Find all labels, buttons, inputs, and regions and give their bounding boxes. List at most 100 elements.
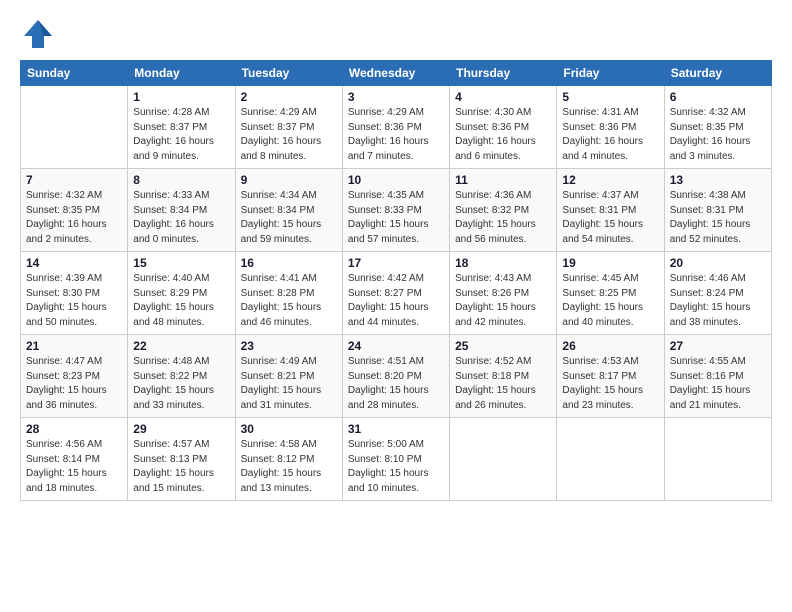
day-number: 23 — [241, 339, 337, 353]
day-info: Sunrise: 4:38 AM Sunset: 8:31 PM Dayligh… — [670, 189, 766, 247]
day-info: Sunrise: 4:55 AM Sunset: 8:16 PM Dayligh… — [670, 355, 766, 413]
day-cell: 25 Sunrise: 4:52 AM Sunset: 8:18 PM Dayli… — [450, 335, 557, 418]
day-number: 26 — [562, 339, 658, 353]
day-info: Sunrise: 4:43 AM Sunset: 8:26 PM Dayligh… — [455, 272, 551, 330]
day-cell: 1 Sunrise: 4:28 AM Sunset: 8:37 PM Daylig… — [128, 86, 235, 169]
day-cell: 26 Sunrise: 4:53 AM Sunset: 8:17 PM Dayli… — [557, 335, 664, 418]
day-number: 10 — [348, 173, 444, 187]
day-cell — [450, 418, 557, 501]
day-cell: 2 Sunrise: 4:29 AM Sunset: 8:37 PM Daylig… — [235, 86, 342, 169]
day-number: 7 — [26, 173, 122, 187]
day-info: Sunrise: 4:28 AM Sunset: 8:37 PM Dayligh… — [133, 106, 229, 164]
day-cell: 16 Sunrise: 4:41 AM Sunset: 8:28 PM Dayli… — [235, 252, 342, 335]
day-info: Sunrise: 4:58 AM Sunset: 8:12 PM Dayligh… — [241, 438, 337, 496]
week-row-3: 14 Sunrise: 4:39 AM Sunset: 8:30 PM Dayli… — [21, 252, 772, 335]
day-info: Sunrise: 4:51 AM Sunset: 8:20 PM Dayligh… — [348, 355, 444, 413]
day-info: Sunrise: 4:34 AM Sunset: 8:34 PM Dayligh… — [241, 189, 337, 247]
day-number: 17 — [348, 256, 444, 270]
day-number: 20 — [670, 256, 766, 270]
page: SundayMondayTuesdayWednesdayThursdayFrid… — [0, 0, 792, 612]
day-cell: 31 Sunrise: 5:00 AM Sunset: 8:10 PM Dayli… — [342, 418, 449, 501]
day-info: Sunrise: 4:45 AM Sunset: 8:25 PM Dayligh… — [562, 272, 658, 330]
day-info: Sunrise: 4:41 AM Sunset: 8:28 PM Dayligh… — [241, 272, 337, 330]
day-cell — [664, 418, 771, 501]
calendar-table: SundayMondayTuesdayWednesdayThursdayFrid… — [20, 60, 772, 501]
day-info: Sunrise: 4:33 AM Sunset: 8:34 PM Dayligh… — [133, 189, 229, 247]
week-row-1: 1 Sunrise: 4:28 AM Sunset: 8:37 PM Daylig… — [21, 86, 772, 169]
day-cell: 17Sunrise: 4:42 AM Sunset: 8:27 PM Dayli… — [342, 252, 449, 335]
day-info: Sunrise: 4:49 AM Sunset: 8:21 PM Dayligh… — [241, 355, 337, 413]
day-cell: 18 Sunrise: 4:43 AM Sunset: 8:26 PM Dayli… — [450, 252, 557, 335]
col-header-saturday: Saturday — [664, 61, 771, 86]
day-number: 11 — [455, 173, 551, 187]
day-number: 19 — [562, 256, 658, 270]
day-cell: 4 Sunrise: 4:30 AM Sunset: 8:36 PM Daylig… — [450, 86, 557, 169]
day-cell: 27 Sunrise: 4:55 AM Sunset: 8:16 PM Dayli… — [664, 335, 771, 418]
day-number: 29 — [133, 422, 229, 436]
day-cell: 8 Sunrise: 4:33 AM Sunset: 8:34 PM Daylig… — [128, 169, 235, 252]
day-number: 25 — [455, 339, 551, 353]
week-row-4: 21Sunrise: 4:47 AM Sunset: 8:23 PM Dayli… — [21, 335, 772, 418]
day-cell: 7Sunrise: 4:32 AM Sunset: 8:35 PM Daylig… — [21, 169, 128, 252]
day-cell — [21, 86, 128, 169]
day-info: Sunrise: 4:53 AM Sunset: 8:17 PM Dayligh… — [562, 355, 658, 413]
day-cell: 21Sunrise: 4:47 AM Sunset: 8:23 PM Dayli… — [21, 335, 128, 418]
header — [20, 16, 772, 52]
day-cell: 5Sunrise: 4:31 AM Sunset: 8:36 PM Daylig… — [557, 86, 664, 169]
day-number: 3 — [348, 90, 444, 104]
day-info: Sunrise: 4:35 AM Sunset: 8:33 PM Dayligh… — [348, 189, 444, 247]
day-number: 2 — [241, 90, 337, 104]
day-number: 15 — [133, 256, 229, 270]
day-number: 9 — [241, 173, 337, 187]
day-number: 4 — [455, 90, 551, 104]
day-info: Sunrise: 4:48 AM Sunset: 8:22 PM Dayligh… — [133, 355, 229, 413]
day-info: Sunrise: 4:39 AM Sunset: 8:30 PM Dayligh… — [26, 272, 122, 330]
logo — [20, 16, 60, 52]
day-number: 30 — [241, 422, 337, 436]
day-number: 8 — [133, 173, 229, 187]
day-number: 13 — [670, 173, 766, 187]
day-cell: 23 Sunrise: 4:49 AM Sunset: 8:21 PM Dayli… — [235, 335, 342, 418]
day-cell: 9 Sunrise: 4:34 AM Sunset: 8:34 PM Daylig… — [235, 169, 342, 252]
col-header-tuesday: Tuesday — [235, 61, 342, 86]
col-header-thursday: Thursday — [450, 61, 557, 86]
day-cell: 15Sunrise: 4:40 AM Sunset: 8:29 PM Dayli… — [128, 252, 235, 335]
day-info: Sunrise: 4:31 AM Sunset: 8:36 PM Dayligh… — [562, 106, 658, 164]
day-info: Sunrise: 4:29 AM Sunset: 8:36 PM Dayligh… — [348, 106, 444, 164]
col-header-monday: Monday — [128, 61, 235, 86]
day-number: 31 — [348, 422, 444, 436]
col-header-wednesday: Wednesday — [342, 61, 449, 86]
day-cell: 3 Sunrise: 4:29 AM Sunset: 8:36 PM Daylig… — [342, 86, 449, 169]
day-info: Sunrise: 4:32 AM Sunset: 8:35 PM Dayligh… — [670, 106, 766, 164]
day-info: Sunrise: 4:46 AM Sunset: 8:24 PM Dayligh… — [670, 272, 766, 330]
day-number: 18 — [455, 256, 551, 270]
day-info: Sunrise: 4:36 AM Sunset: 8:32 PM Dayligh… — [455, 189, 551, 247]
week-row-2: 7Sunrise: 4:32 AM Sunset: 8:35 PM Daylig… — [21, 169, 772, 252]
day-number: 12 — [562, 173, 658, 187]
day-info: Sunrise: 4:29 AM Sunset: 8:37 PM Dayligh… — [241, 106, 337, 164]
day-number: 16 — [241, 256, 337, 270]
day-number: 14 — [26, 256, 122, 270]
day-cell — [557, 418, 664, 501]
day-cell: 6 Sunrise: 4:32 AM Sunset: 8:35 PM Daylig… — [664, 86, 771, 169]
day-info: Sunrise: 4:52 AM Sunset: 8:18 PM Dayligh… — [455, 355, 551, 413]
day-info: Sunrise: 4:56 AM Sunset: 8:14 PM Dayligh… — [26, 438, 122, 496]
col-header-friday: Friday — [557, 61, 664, 86]
day-number: 28 — [26, 422, 122, 436]
day-number: 1 — [133, 90, 229, 104]
day-cell: 10 Sunrise: 4:35 AM Sunset: 8:33 PM Dayli… — [342, 169, 449, 252]
day-number: 21 — [26, 339, 122, 353]
day-number: 6 — [670, 90, 766, 104]
day-cell: 30 Sunrise: 4:58 AM Sunset: 8:12 PM Dayli… — [235, 418, 342, 501]
day-info: Sunrise: 4:37 AM Sunset: 8:31 PM Dayligh… — [562, 189, 658, 247]
day-info: Sunrise: 5:00 AM Sunset: 8:10 PM Dayligh… — [348, 438, 444, 496]
day-cell: 14 Sunrise: 4:39 AM Sunset: 8:30 PM Dayli… — [21, 252, 128, 335]
day-cell: 11 Sunrise: 4:36 AM Sunset: 8:32 PM Dayli… — [450, 169, 557, 252]
day-cell: 19 Sunrise: 4:45 AM Sunset: 8:25 PM Dayli… — [557, 252, 664, 335]
day-info: Sunrise: 4:30 AM Sunset: 8:36 PM Dayligh… — [455, 106, 551, 164]
day-number: 27 — [670, 339, 766, 353]
day-cell: 13 Sunrise: 4:38 AM Sunset: 8:31 PM Dayli… — [664, 169, 771, 252]
day-number: 22 — [133, 339, 229, 353]
day-cell: 29Sunrise: 4:57 AM Sunset: 8:13 PM Dayli… — [128, 418, 235, 501]
day-cell: 22 Sunrise: 4:48 AM Sunset: 8:22 PM Dayli… — [128, 335, 235, 418]
